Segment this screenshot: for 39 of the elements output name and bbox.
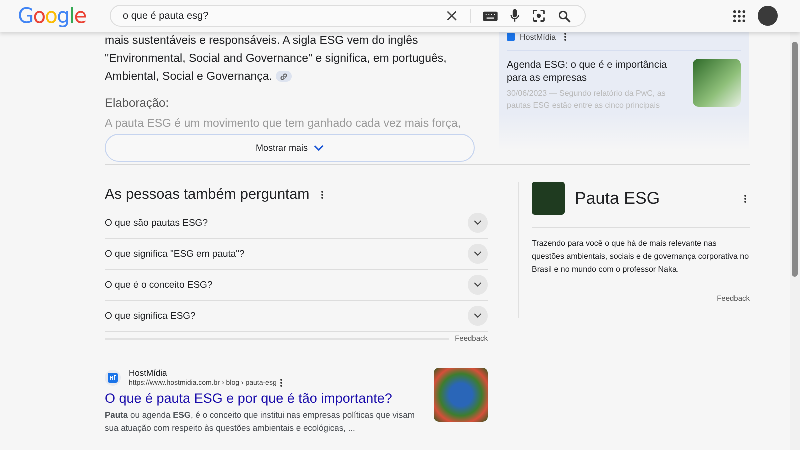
search-icon[interactable] — [558, 10, 571, 22]
result-title[interactable]: Agenda ESG: o que é e importância para as empresas — [507, 59, 685, 85]
logo-placeholder — [532, 182, 565, 215]
panel-description: Trazendo para você o que há de mais relevante nas questões ambientais, sociais e de governança corporativa no Brasil e no mundo com o professor Naka. — [532, 238, 750, 276]
site-favicon — [507, 33, 515, 41]
photo-placeholder — [434, 368, 488, 422]
question-item[interactable]: O que é o conceito ESG? — [105, 270, 488, 301]
site-name[interactable]: HostMídia — [129, 368, 286, 378]
scrollbar-thumb[interactable] — [792, 42, 798, 277]
search-field[interactable]: o que é pauta esg? — [110, 5, 586, 27]
google-logo[interactable]: Google — [18, 4, 94, 28]
chevron-icon — [468, 213, 488, 233]
apps-grid-icon[interactable] — [733, 10, 746, 22]
result-title-link[interactable]: O que é pauta ESG e por que é tão importante? — [105, 391, 420, 406]
result-snippet: Pauta ou agenda ESG, é o conceito que institui nas empresas políticas que visam sua atuação com respeito às questões ambientais e ecológicas, ... — [105, 409, 416, 435]
answer-paragraph: mais sustentáveis e responsáveis. A sigla ESG vem do inglês "Environmental, Social and Governance" e significa, em português, Ambiental, Social e Governança. — [105, 34, 448, 85]
link-icon[interactable] — [276, 71, 292, 82]
chevron-down-icon — [314, 144, 324, 152]
chevron-icon — [468, 244, 488, 264]
question-item[interactable]: O que significa ESG? — [105, 301, 488, 332]
site-favicon — [105, 370, 121, 386]
source-name[interactable]: HostMídia — [520, 32, 556, 42]
close-icon[interactable] — [446, 10, 458, 22]
chevron-icon — [468, 275, 488, 295]
question-item[interactable]: O que são pautas ESG? — [105, 208, 488, 239]
panel-title: Pauta ESG — [575, 188, 662, 208]
section-heading: As pessoas também perguntam — [105, 187, 310, 203]
keyboard-icon[interactable] — [483, 10, 498, 22]
avatar[interactable] — [758, 6, 778, 26]
show-more-button[interactable]: Mostrar mais — [105, 134, 475, 162]
question-item[interactable]: O que significa "ESG em pauta"? — [105, 239, 488, 270]
section-subheading: Elaboração: — [105, 96, 170, 110]
search-query[interactable]: o que é pauta esg? — [123, 10, 434, 22]
chevron-icon — [468, 306, 488, 326]
camera-lens-icon[interactable] — [532, 9, 546, 23]
photo-placeholder — [693, 59, 741, 107]
result-snippet: 30/06/2023 — Segundo relatório da PwC, as pautas ESG estão entre as cinco principais — [507, 88, 667, 112]
faded-text: A pauta ESG é um movimento que tem ganhado cada vez mais força, — [105, 118, 462, 130]
microphone-icon[interactable] — [510, 9, 520, 23]
